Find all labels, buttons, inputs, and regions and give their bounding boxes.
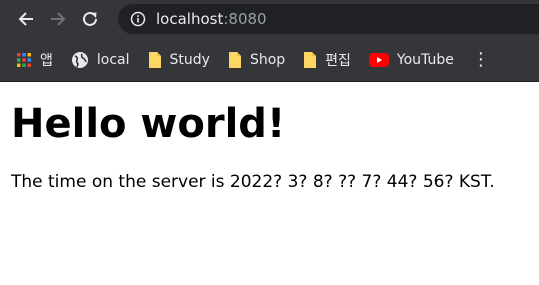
url-host: localhost [156, 10, 224, 28]
bookmark-study[interactable]: Study [148, 51, 210, 69]
bookmark-apps[interactable]: 앱 [16, 50, 53, 70]
reload-button[interactable] [78, 7, 102, 31]
bookmark-youtube[interactable]: YouTube [368, 51, 454, 68]
folder-icon [228, 51, 241, 68]
reload-icon [83, 11, 97, 26]
page-heading: Hello world! [11, 101, 286, 147]
bookmark-edit[interactable]: 편집 [303, 50, 351, 70]
bookmark-label: 편집 [325, 52, 351, 69]
back-arrow-icon [18, 12, 33, 26]
bookmarks-bar: 앱 local Study Shop 편집 YouTube ⋮ [0, 38, 539, 82]
folder-icon [148, 51, 161, 68]
url-port: :8080 [223, 10, 267, 28]
bookmark-label: Study [169, 51, 210, 68]
more-bookmarks-icon[interactable]: ⋮ [472, 50, 490, 68]
address-url: localhost:8080 [156, 10, 267, 28]
site-info-icon[interactable] [130, 11, 146, 27]
apps-grid-icon [17, 52, 31, 67]
forward-arrow-icon [51, 12, 66, 26]
bookmark-local[interactable]: local [71, 51, 130, 69]
bookmark-label: local [96, 51, 130, 68]
globe-icon [71, 51, 88, 68]
server-time-message: The time on the server is 2022? 3? 8? ??… [11, 172, 495, 192]
bookmark-shop[interactable]: Shop [228, 51, 285, 69]
bookmark-label: Shop [249, 51, 286, 68]
youtube-icon [368, 52, 389, 67]
forward-button[interactable] [46, 7, 70, 31]
bookmark-label: YouTube [396, 51, 454, 68]
address-bar[interactable]: localhost:8080 [118, 4, 539, 34]
bookmark-label: 앱 [40, 52, 53, 69]
browser-toolbar: localhost:8080 [0, 0, 539, 38]
folder-icon [304, 51, 317, 68]
back-button[interactable] [14, 7, 38, 31]
page-content: Hello world! The time on the server is 2… [0, 100, 539, 192]
